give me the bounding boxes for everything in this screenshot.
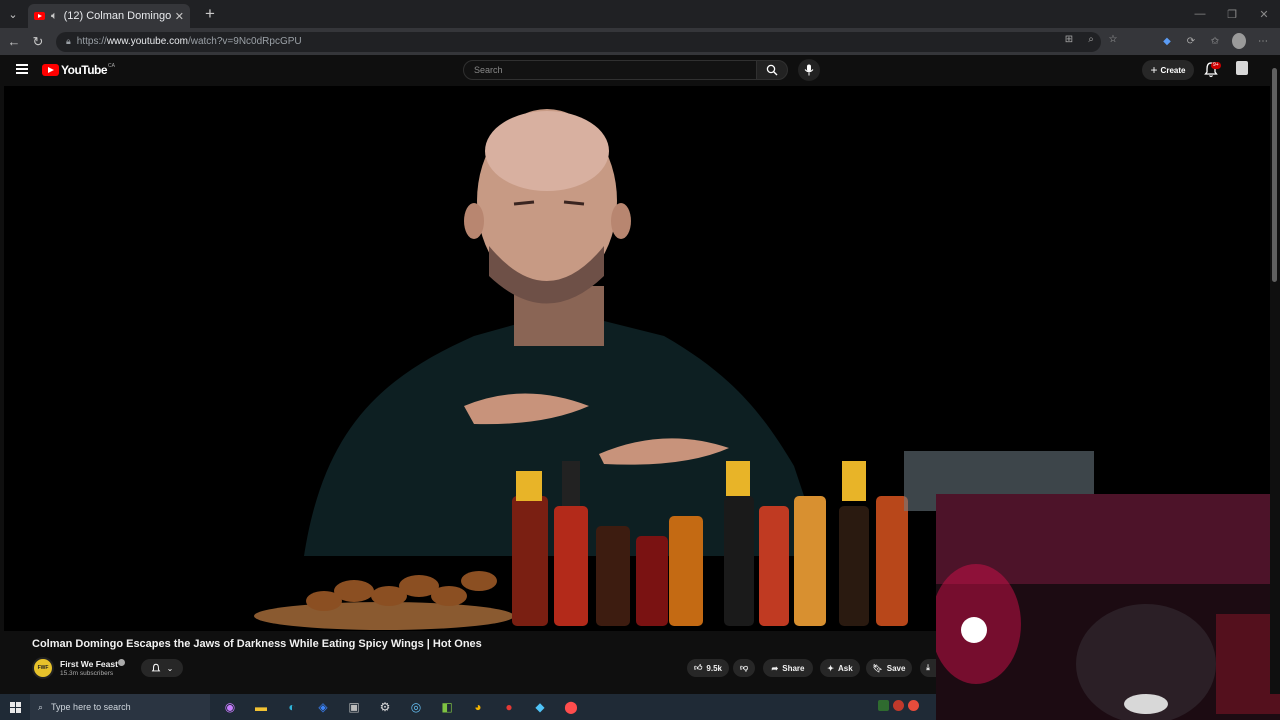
favorites-icon[interactable]: ✩ [1208,34,1222,48]
new-tab-button[interactable]: + [198,2,222,26]
more-menu-icon[interactable]: ⋯ [1256,34,1270,48]
taskbar-apps: ◉ ▬ ◐ ◈ ▣ ⚙ ◎ ◧ ◕ ● ◆ ⬤ [220,697,581,717]
sparkle-icon: ✦ [827,663,834,673]
subscription-bell-button[interactable]: ⌄ [141,659,183,677]
dislike-button[interactable]: 👎︎ [733,659,755,677]
plus-icon: + [1150,63,1158,77]
url-prefix: https:// [76,36,107,47]
windows-taskbar: ⌕ Type here to search ◉ ▬ ◐ ◈ ▣ ⚙ ◎ ◧ ◕ … [0,694,936,720]
lock-icon: 🔒︎ [66,36,71,46]
browser-tab-bar: ⌄ 🔈︎ (12) Colman Domingo Escape ✕ + — ❐ … [0,0,1280,28]
tray-red2-icon[interactable] [908,700,919,711]
video-title: Colman Domingo Escapes the Jaws of Darkn… [32,638,482,650]
share-icon: ➦ [771,663,779,673]
tray-red-icon[interactable] [893,700,904,711]
like-button[interactable]: 👍︎ 9.5k [687,659,729,677]
bell-icon [151,663,160,671]
download-icon: ⤓ [926,663,930,672]
search-icon: ⌕ [38,701,44,712]
microphone-icon [804,64,814,76]
hamburger-menu-icon[interactable] [16,64,28,74]
chevron-down-icon: ⌄ [166,663,174,673]
reload-icon[interactable]: ↻ [26,30,50,54]
download-button[interactable]: ⤓ [920,659,936,677]
start-button[interactable] [0,694,30,720]
minimize-button[interactable]: — [1184,0,1216,28]
edge-icon[interactable]: ◐ [282,697,302,717]
back-arrow-icon[interactable]: ← [2,30,26,54]
share-label: Share [782,663,805,673]
thumbs-up-icon: 👍︎ [694,663,703,672]
account-avatar[interactable] [1236,61,1248,75]
tab-title: (12) Colman Domingo Escape [63,10,171,22]
app-green-icon[interactable]: ◧ [437,697,457,717]
webcam-overlay [936,494,1280,720]
speaker-icon[interactable]: 🔈︎ [51,10,58,23]
country-code: CA [108,63,115,69]
create-label: Create [1160,65,1186,75]
logo-text: YouTube [61,63,108,77]
scrollbar-thumb[interactable] [1272,68,1277,282]
extension-icon[interactable]: ◆ [1160,34,1174,48]
create-button[interactable]: + Create [1142,60,1194,80]
save-label: Save [886,663,906,673]
browser-tab[interactable]: 🔈︎ (12) Colman Domingo Escape ✕ [28,4,190,28]
app-blue-icon[interactable]: ◈ [313,697,333,717]
address-bar-row: ← ↻ 🔒︎ https://www.youtube.com/watch?v=9… [0,28,1280,55]
url-field[interactable]: 🔒︎ https://www.youtube.com/watch?v=9Nc0d… [56,31,1101,52]
thumbs-down-icon: 👎︎ [739,663,749,672]
url-host: www.youtube.com [106,36,188,47]
close-window-button[interactable]: ✕ [1248,0,1280,28]
omnibox-icons: ⊞ ⌕ ☆ [1062,32,1120,46]
tray-green-icon[interactable] [878,700,889,711]
taskbar-search-box[interactable]: ⌕ Type here to search [30,694,210,720]
url-path: /watch?v=9Nc0dRpcGPU [187,36,302,47]
channel-name[interactable]: First We Feast [60,659,118,669]
youtube-favicon-icon [34,12,45,20]
save-button[interactable]: 🔖︎ Save [866,659,912,677]
tab-list-chevron-icon[interactable]: ⌄ [0,0,26,28]
search-button[interactable] [756,60,788,80]
zoom-icon[interactable]: ⌕ [1084,32,1098,46]
extension-icons: ◆ ⟳ ✩ ⋯ [1160,33,1270,49]
refresh-extension-icon[interactable]: ⟳ [1184,34,1198,48]
profile-avatar[interactable] [1232,33,1246,49]
app-blue2-icon[interactable]: ◆ [530,697,550,717]
youtube-play-icon [42,64,59,76]
app-record-icon[interactable]: ⬤ [561,697,581,717]
app-dark-icon[interactable]: ▣ [344,697,364,717]
copilot-icon[interactable]: ◉ [220,697,240,717]
windows-logo-icon [9,701,21,713]
window-controls: — ❐ ✕ [1184,0,1280,28]
like-count: 9.5k [706,663,722,673]
bookmark-icon: 🔖︎ [872,663,883,673]
ask-label: Ask [838,663,853,673]
app-available-icon[interactable]: ⊞ [1062,32,1076,46]
notification-badge: 9+ [1211,62,1221,69]
share-button[interactable]: ➦ Share [763,659,813,677]
app-red-icon[interactable]: ● [499,697,519,717]
youtube-logo[interactable]: YouTube CA [42,63,115,77]
close-tab-icon[interactable]: ✕ [175,10,184,23]
chrome-icon[interactable]: ◕ [468,697,488,717]
steam-icon[interactable]: ◎ [406,697,426,717]
ask-button[interactable]: ✦ Ask [820,659,860,677]
settings-gear-icon[interactable]: ⚙ [375,697,395,717]
taskbar-search-placeholder: Type here to search [51,702,131,712]
system-tray [878,700,919,711]
verified-badge-icon [118,659,125,666]
channel-avatar[interactable]: FWF [32,657,54,679]
search-input[interactable]: Search [463,60,757,80]
search-icon [766,64,778,76]
subscriber-count: 15.3m subscribers [60,670,114,677]
favorite-star-icon[interactable]: ☆ [1106,32,1120,46]
webcam-image [936,494,1280,720]
file-explorer-icon[interactable]: ▬ [251,697,271,717]
maximize-button[interactable]: ❐ [1216,0,1248,28]
voice-search-button[interactable] [798,59,820,81]
